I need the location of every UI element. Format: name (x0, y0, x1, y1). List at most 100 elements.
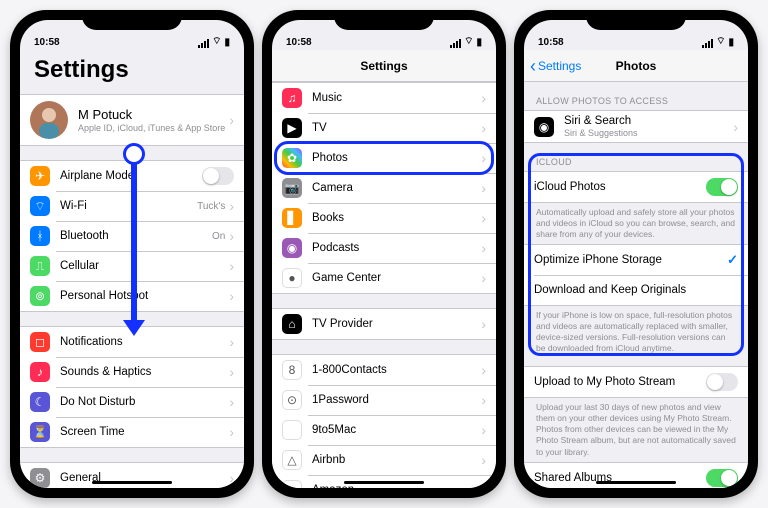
profile-subtitle: Apple ID, iCloud, iTunes & App Store (78, 123, 229, 133)
chevron-right-icon (481, 316, 486, 332)
camera-row[interactable]: 📷Camera (272, 173, 496, 203)
photos-row[interactable]: ✿Photos (272, 143, 496, 173)
chevron-right-icon (229, 394, 234, 410)
contacts-icon: 8 (282, 360, 302, 380)
chevron-right-icon (229, 258, 234, 274)
checkmark-icon (727, 252, 738, 268)
1password-row[interactable]: ⊙1Password (272, 385, 496, 415)
cellular-row[interactable]: ⎍Cellular (20, 251, 244, 281)
chevron-right-icon (481, 482, 486, 488)
9to5mac-icon (282, 420, 302, 440)
section-header-icloud: iCloud (524, 143, 748, 171)
music-row[interactable]: ♫Music (272, 83, 496, 113)
hotspot-icon: ⊚ (30, 286, 50, 306)
nav-bar: Settings (272, 50, 496, 82)
podcasts-icon: ◉ (282, 238, 302, 258)
1-800contacts-row[interactable]: 8 1-800Contacts (272, 355, 496, 385)
chevron-right-icon (481, 90, 486, 106)
battery-icon: ▮ (476, 37, 482, 48)
general-icon: ⚙ (30, 468, 50, 488)
row-label: Photos (312, 152, 481, 164)
phone-2-settings-apps: 10:58 ⌔ ▮ Settings ♫Music▶TV✿Photos📷Came… (262, 10, 506, 498)
page-title: Settings (20, 50, 244, 94)
screentime-icon: ⏳ (30, 422, 50, 442)
do-not-disturb-row[interactable]: ☾Do Not Disturb (20, 387, 244, 417)
chevron-right-icon (481, 210, 486, 226)
icloud-photos-toggle[interactable] (706, 178, 738, 196)
row-label: Bluetooth (60, 230, 212, 242)
apple-id-row[interactable]: M Potuck Apple ID, iCloud, iTunes & App … (20, 95, 244, 145)
row-value: On (212, 231, 225, 242)
row-label: Personal Hotspot (60, 290, 229, 302)
sounds-haptics-row[interactable]: ♪Sounds & Haptics (20, 357, 244, 387)
row-label: TV (312, 122, 481, 134)
chevron-right-icon (481, 392, 486, 408)
general-row[interactable]: ⚙General (20, 463, 244, 488)
airbnb-row[interactable]: △ Airbnb (272, 445, 496, 475)
row-label: Cellular (60, 260, 229, 272)
chevron-right-icon (229, 228, 234, 244)
wi-fi-row[interactable]: ⌔Wi-FiTuck's (20, 191, 244, 221)
photo-stream-row[interactable]: Upload to My Photo Stream (524, 367, 748, 397)
chevron-right-icon (733, 119, 738, 135)
personal-hotspot-row[interactable]: ⊚ Personal Hotspot (20, 281, 244, 311)
row-label: Notifications (60, 336, 229, 348)
download-originals-row[interactable]: Download and Keep Originals (524, 275, 748, 305)
bluetooth-icon: ᚼ (30, 226, 50, 246)
siri-search-row[interactable]: ◉ Siri & Search Siri & Suggestions (524, 111, 748, 142)
chevron-right-icon (229, 112, 234, 128)
nav-bar: Settings Photos (524, 50, 748, 82)
row-value: Tuck's (197, 201, 225, 212)
photo-stream-note: Upload your last 30 days of new photos a… (524, 398, 748, 461)
row-label: 1-800Contacts (312, 364, 481, 376)
game-center-row[interactable]: ●Game Center (272, 263, 496, 293)
icloud-photos-row[interactable]: iCloud Photos (524, 172, 748, 202)
battery-icon: ▮ (224, 37, 230, 48)
icloud-photos-note: Automatically upload and safely store al… (524, 203, 748, 244)
signal-icon (198, 39, 209, 48)
gamecenter-icon: ● (282, 268, 302, 288)
sounds-icon: ♪ (30, 362, 50, 382)
chevron-right-icon (481, 422, 486, 438)
back-button[interactable]: Settings (530, 59, 581, 73)
wifi-icon: ⌔ (464, 35, 473, 48)
podcasts-row[interactable]: ◉Podcasts (272, 233, 496, 263)
chevron-right-icon (481, 150, 486, 166)
row-label: Airbnb (312, 454, 481, 466)
signal-icon (702, 39, 713, 48)
airbnb-icon: △ (282, 450, 302, 470)
phone-3-photos-settings: 10:58 ⌔ ▮ Settings Photos Allow Photos t… (514, 10, 758, 498)
row-label: Screen Time (60, 426, 229, 438)
shared-albums-toggle[interactable] (706, 469, 738, 487)
photo-stream-toggle[interactable] (706, 373, 738, 391)
wifi-icon: ⌔ (30, 196, 50, 216)
9to5mac-row[interactable]: 9to5Mac (272, 415, 496, 445)
chevron-right-icon (481, 270, 486, 286)
screen-time-row[interactable]: ⏳ Screen Time (20, 417, 244, 447)
optimize-storage-row[interactable]: Optimize iPhone Storage (524, 245, 748, 275)
books-row[interactable]: ▋Books (272, 203, 496, 233)
shared-albums-row[interactable]: Shared Albums (524, 463, 748, 488)
phone-1-settings: 10:58 ⌔ ▮ Settings M Potuck Apple ID, iC… (10, 10, 254, 498)
camera-icon: 📷 (282, 178, 302, 198)
home-indicator[interactable] (344, 481, 424, 484)
1password-icon: ⊙ (282, 390, 302, 410)
home-indicator[interactable] (92, 481, 172, 484)
bluetooth-row[interactable]: ᚼ BluetoothOn (20, 221, 244, 251)
chevron-right-icon (481, 120, 486, 136)
music-icon: ♫ (282, 88, 302, 108)
row-label: TV Provider (312, 318, 481, 330)
profile-name: M Potuck (78, 107, 229, 122)
notifications-row[interactable]: ◻ Notifications (20, 327, 244, 357)
chevron-right-icon (229, 198, 234, 214)
battery-icon: ▮ (728, 37, 734, 48)
airplane-mode-row[interactable]: ✈Airplane Mode (20, 161, 244, 191)
toggle[interactable] (202, 167, 234, 185)
tv-provider-row[interactable]: ⌂TV Provider (272, 309, 496, 339)
home-indicator[interactable] (596, 481, 676, 484)
chevron-right-icon (229, 288, 234, 304)
notifications-icon: ◻ (30, 332, 50, 352)
row-label: Books (312, 212, 481, 224)
tv-row[interactable]: ▶TV (272, 113, 496, 143)
chevron-right-icon (481, 362, 486, 378)
